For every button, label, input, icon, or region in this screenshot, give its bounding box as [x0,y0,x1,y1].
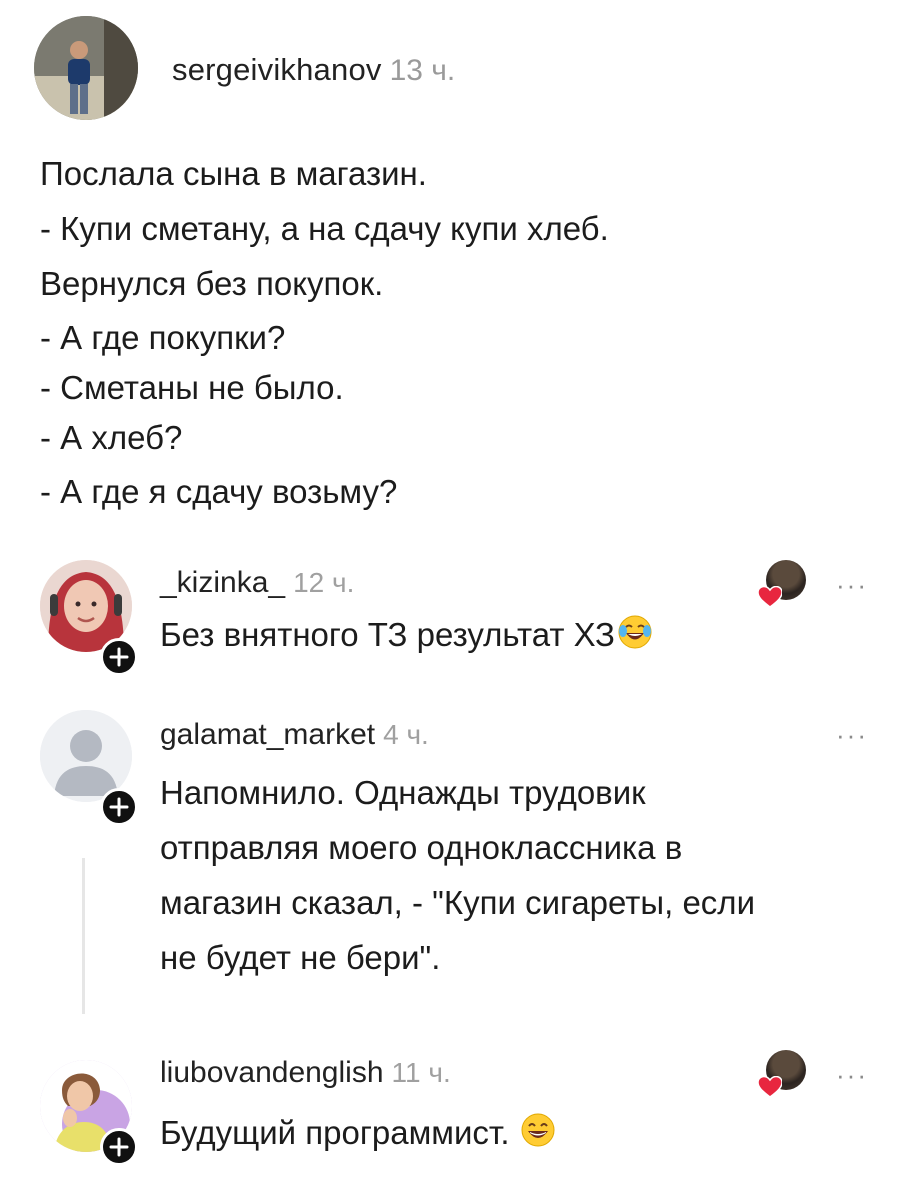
follow-plus-badge[interactable] [100,638,138,676]
comment-text-line: отправляя моего одноклассника в [160,829,683,866]
more-options-button[interactable]: ··· [836,570,868,601]
comment-text-line: не будет не бери". [160,939,441,976]
post-text-line: - А где покупки? [40,319,286,356]
comment-header: _kizinka_ 12 ч. [160,566,354,600]
more-options-button[interactable]: ··· [836,1060,868,1091]
comment-author-name[interactable]: _kizinka_ [160,566,285,599]
more-icon: ··· [836,570,868,600]
comment-author-name[interactable]: galamat_market [160,718,375,751]
more-icon: ··· [836,720,868,750]
post-text-line: - А где я сдачу возьму? [40,473,398,510]
comment-text: Будущий программист. [160,1108,556,1162]
laughing-tears-emoji-icon [617,614,653,664]
follow-plus-badge[interactable] [100,788,138,826]
plus-icon [109,647,129,667]
plus-icon [109,797,129,817]
comment-timestamp: 11 ч. [391,1057,451,1088]
comment-header: liubovandenglish 11 ч. [160,1056,451,1090]
more-options-button[interactable]: ··· [836,720,868,751]
post-author-name[interactable]: sergeivikhanov [172,52,382,87]
comment-header: galamat_market 4 ч. [160,718,429,752]
more-icon: ··· [836,1060,868,1090]
comment-text-body: Будущий программист. [160,1114,510,1151]
post-header: sergeivikhanov 13 ч. [172,52,455,88]
comment-timestamp: 12 ч. [293,567,355,598]
heart-icon [758,1076,782,1098]
grinning-emoji-icon [520,1112,556,1162]
post-author-avatar[interactable] [34,16,138,120]
comment-text-line: магазин сказал, - "Купи сигареты, если [160,884,755,921]
author-liked-indicator [758,560,806,608]
post-text-line: Вернулся без покупок. [40,265,384,302]
author-liked-indicator [758,1050,806,1098]
post-timestamp: 13 ч. [389,54,456,87]
comment-author-name[interactable]: liubovandenglish [160,1056,384,1089]
follow-plus-badge[interactable] [100,1128,138,1166]
comment-text-body: Без внятного ТЗ результат ХЗ [160,616,615,653]
post-text-line: Послала сына в магазин. [40,155,427,192]
comment-text: Без внятного ТЗ результат ХЗ [160,610,653,664]
post-text-line: - А хлеб? [40,419,183,456]
post-text-line: - Сметаны не было. [40,369,344,406]
comment-text: Напомнило. Однажды трудовик отправляя мо… [160,768,755,988]
comment-timestamp: 4 ч. [383,719,429,750]
plus-icon [109,1137,129,1157]
reply-thread-line [82,858,85,1014]
comment-text-line: Напомнило. Однажды трудовик [160,774,646,811]
post-text-line: - Купи сметану, а на сдачу купи хлеб. [40,210,609,247]
heart-icon [758,586,782,608]
